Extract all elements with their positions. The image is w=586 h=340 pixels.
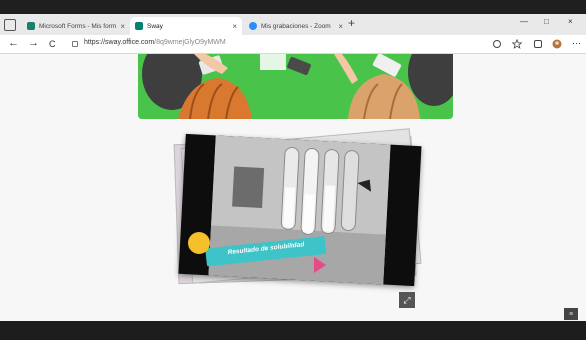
hero-artwork [138,54,453,119]
forward-icon[interactable]: → [28,37,39,49]
slide-video-frame[interactable]: Resultado de solubilidad [178,133,422,287]
close-tab-icon[interactable]: × [338,22,343,31]
favorite-star-icon[interactable] [512,39,522,49]
url-field[interactable]: https://sway.office.com/8q9wmejGlyO9yMWM [84,39,226,46]
tab-actions-icon[interactable] [4,19,16,31]
profile-avatar-icon[interactable] [552,39,562,49]
hero-illustration [138,54,453,119]
back-icon[interactable]: ← [8,37,19,49]
url-path: /8q9wmejGlyO9yMWM [154,39,226,46]
more-menu-icon[interactable]: ⋯ [572,38,581,49]
close-tab-icon[interactable]: × [232,22,237,31]
sway-icon [135,22,143,30]
url-host: https://sway.office.com [84,39,155,46]
tab-sway[interactable]: Sway × [130,17,242,35]
navigation-button[interactable]: ≡ [564,308,578,320]
refresh-icon[interactable]: C [49,39,56,49]
play-triangle-shape [314,257,326,273]
tab-zoom[interactable]: Mis grabaciones - Zoom × [244,17,348,35]
new-tab-button[interactable]: + [348,16,355,30]
collections-icon[interactable] [533,39,543,49]
close-tab-icon[interactable]: × [120,22,125,31]
browser-tab-bar: Microsoft Forms - Mis formula × Sway × M… [0,14,586,35]
minimize-button[interactable]: — [520,17,528,26]
bottom-dark-strip [0,321,586,340]
lock-icon[interactable] [72,41,78,47]
expand-icon[interactable]: ⤢ [399,292,415,308]
window-close-button[interactable]: × [568,17,573,26]
sway-page-content: Resultado de solubilidad ⤢ ≡ [0,54,586,321]
tab-microsoft-forms[interactable]: Microsoft Forms - Mis formula × [22,17,130,35]
address-toolbar: ← → C https://sway.office.com/8q9wmejGly… [0,35,586,54]
zoom-icon [249,22,257,30]
maximize-button[interactable]: □ [544,17,549,26]
read-aloud-icon[interactable] [492,39,502,49]
top-dark-strip [0,0,586,14]
forms-icon [27,22,35,30]
yellow-circle-shape [188,232,210,254]
